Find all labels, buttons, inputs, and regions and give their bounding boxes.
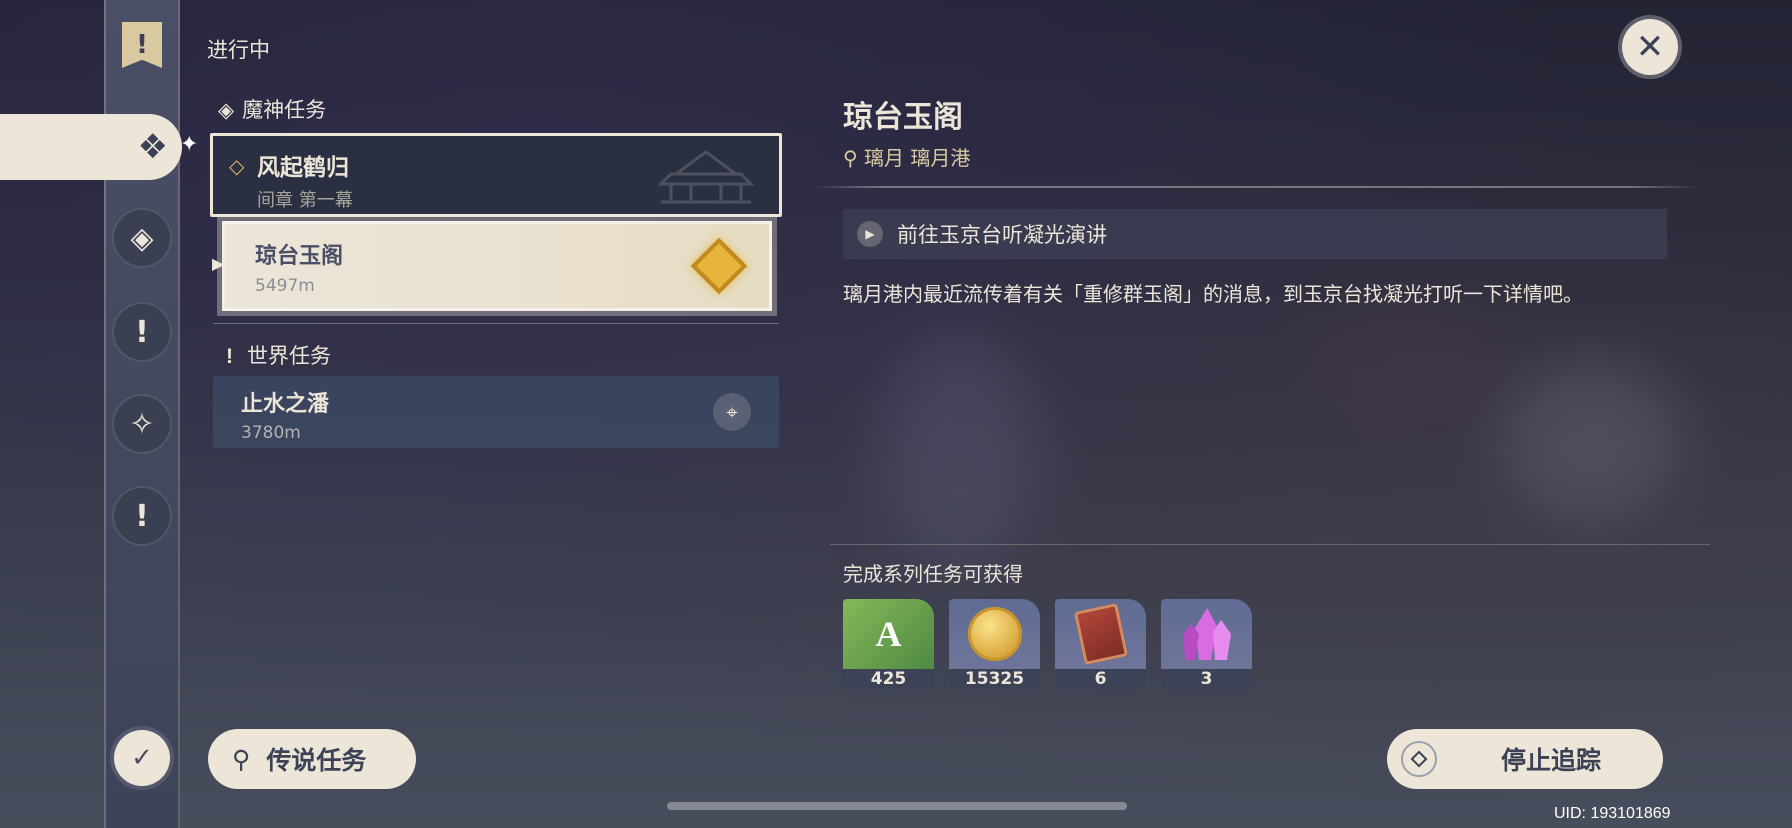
nav-item-story[interactable]: ◈ — [112, 208, 172, 268]
legend-key-icon: ⚲ — [232, 744, 251, 774]
stop-tracking-button[interactable]: 停止追踪 — [1387, 729, 1663, 789]
world-quest-title: 止水之潘 — [241, 392, 330, 417]
detail-title: 琼台玉阁 — [843, 100, 963, 135]
adventure-exp-icon: A — [843, 599, 934, 669]
reward-count: 6 — [1055, 669, 1146, 690]
uid-label: UID: 193101869 — [1554, 805, 1671, 822]
reward-item[interactable]: 3 — [1161, 599, 1252, 690]
reward-item[interactable]: 6 — [1055, 599, 1146, 690]
sparkle-icon: ✦ — [180, 132, 199, 157]
reward-count: 3 — [1161, 669, 1252, 690]
play-arrow-icon: ▶ — [857, 221, 883, 247]
legend-quest-label: 传说任务 — [266, 746, 367, 775]
archon-quest-card[interactable]: ◇ 风起鹤归 间章 第一幕 — [210, 133, 782, 217]
world-quest-icon: ! — [135, 314, 149, 350]
nav-item-world[interactable]: ! — [112, 302, 172, 362]
commission-icon: ! — [135, 498, 149, 534]
talent-book-icon — [1055, 599, 1146, 669]
reward-item[interactable]: A 425 — [843, 599, 934, 690]
ornamental-divider — [812, 186, 1698, 188]
pavilion-decoration-icon — [657, 150, 755, 204]
world-quest-distance: 3780m — [241, 423, 301, 443]
nav-item-commission[interactable]: ! — [112, 486, 172, 546]
subquest-distance: 5497m — [255, 276, 315, 296]
archon-section-label: 魔神任务 — [242, 99, 327, 122]
location-pin-icon[interactable]: ⌖ — [713, 393, 751, 431]
exclamation-icon: ! — [226, 345, 233, 368]
close-button[interactable]: ✕ — [1622, 19, 1678, 75]
track-diamond-icon — [1401, 741, 1437, 777]
stop-tracking-label: 停止追踪 — [1501, 746, 1602, 775]
objective-text: 前往玉京台听凝光演讲 — [897, 223, 1107, 247]
mora-coin-icon — [949, 599, 1040, 669]
location-pin-icon: ⚲ — [843, 146, 858, 170]
crystal-shape — [1182, 608, 1231, 660]
quest-settings-icon: ✓ — [131, 743, 153, 773]
archon-section-header: ◈ 魔神任务 — [218, 94, 326, 124]
subquest-card[interactable]: 琼台玉阁 5497m — [222, 221, 772, 311]
rewards-label: 完成系列任务可获得 — [843, 562, 1023, 586]
nav-item-archon[interactable]: ❖ — [0, 114, 182, 180]
status-label: 进行中 — [207, 39, 270, 62]
detail-location-text: 璃月 璃月港 — [864, 146, 971, 170]
quest-settings-button[interactable]: ✓ — [114, 730, 170, 786]
divider — [213, 323, 779, 324]
objective-row[interactable]: ▶ 前往玉京台听凝光演讲 — [843, 209, 1667, 259]
archon-quest-icon: ❖ — [137, 127, 168, 167]
home-indicator[interactable] — [667, 802, 1127, 810]
story-quest-icon: ◈ — [130, 220, 154, 256]
world-quest-card[interactable]: 止水之潘 3780m ⌖ — [213, 376, 779, 448]
divider — [830, 544, 1710, 545]
event-quest-icon: ✧ — [129, 406, 155, 442]
nav-item-event[interactable]: ✧ — [112, 394, 172, 454]
world-section-header: ! 世界任务 — [226, 340, 331, 370]
reward-item[interactable]: 15325 — [949, 599, 1040, 690]
quest-description: 璃月港内最近流传着有关「重修群玉阁」的消息，到玉京台找凝光打听一下详情吧。 — [843, 282, 1583, 306]
close-icon: ✕ — [1635, 27, 1665, 67]
reward-count: 425 — [843, 669, 934, 690]
reward-count: 15325 — [949, 669, 1040, 690]
quest-diamond-icon: ◇ — [229, 154, 245, 178]
rewards-list: A 425 15325 6 3 — [843, 599, 1252, 690]
archon-quest-icon: ◈ — [218, 99, 235, 122]
crystal-ore-icon — [1161, 599, 1252, 669]
detail-location: ⚲ 璃月 璃月港 — [843, 142, 970, 171]
world-section-label: 世界任务 — [247, 345, 331, 368]
legend-quest-button[interactable]: ⚲ 传说任务 — [208, 729, 416, 789]
